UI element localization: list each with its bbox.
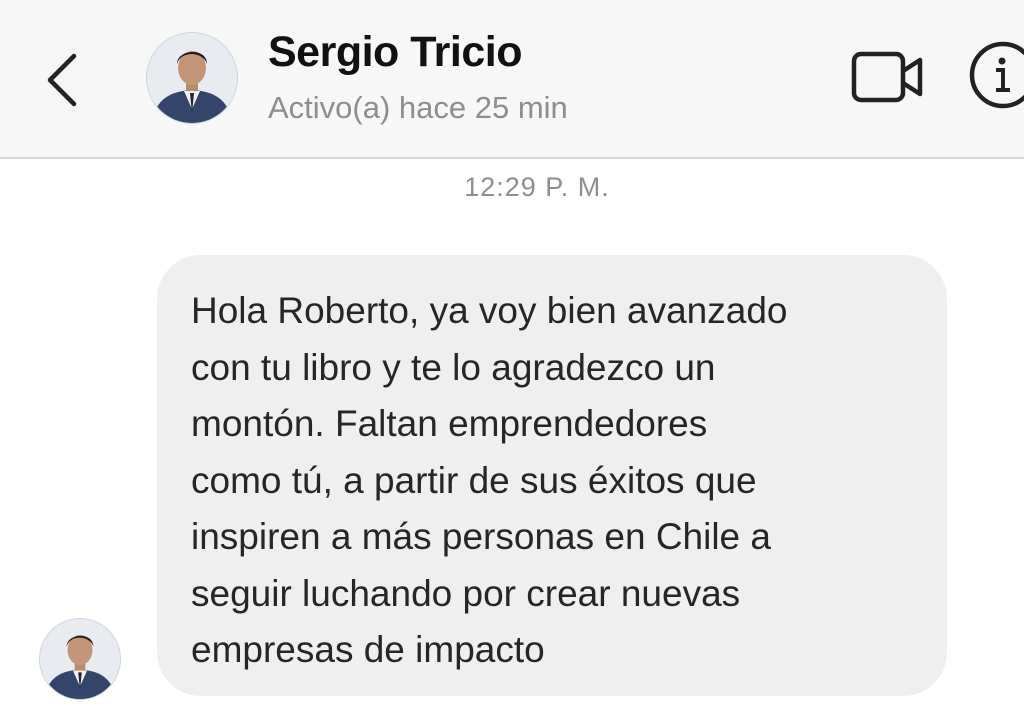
- sender-avatar[interactable]: [39, 618, 121, 700]
- chevron-left-icon: [47, 53, 77, 107]
- chat-header: Sergio Tricio Activo(a) hace 25 min: [0, 0, 1024, 159]
- message-text: Hola Roberto, ya voy bien avanzado con t…: [191, 290, 788, 670]
- message-timestamp: 12:29 P. M.: [464, 172, 610, 202]
- message-bubble[interactable]: Hola Roberto, ya voy bien avanzado con t…: [157, 255, 947, 696]
- contact-photo: [147, 33, 237, 123]
- info-button[interactable]: [965, 38, 1024, 112]
- video-call-button[interactable]: [850, 48, 926, 108]
- back-button[interactable]: [38, 42, 88, 112]
- contact-name: Sergio Tricio: [268, 28, 522, 76]
- sender-photo: [40, 619, 120, 699]
- info-icon: [969, 41, 1024, 109]
- video-camera-icon: [851, 51, 923, 103]
- active-status: Activo(a) hace 25 min: [268, 90, 568, 125]
- contact-avatar[interactable]: [146, 32, 238, 124]
